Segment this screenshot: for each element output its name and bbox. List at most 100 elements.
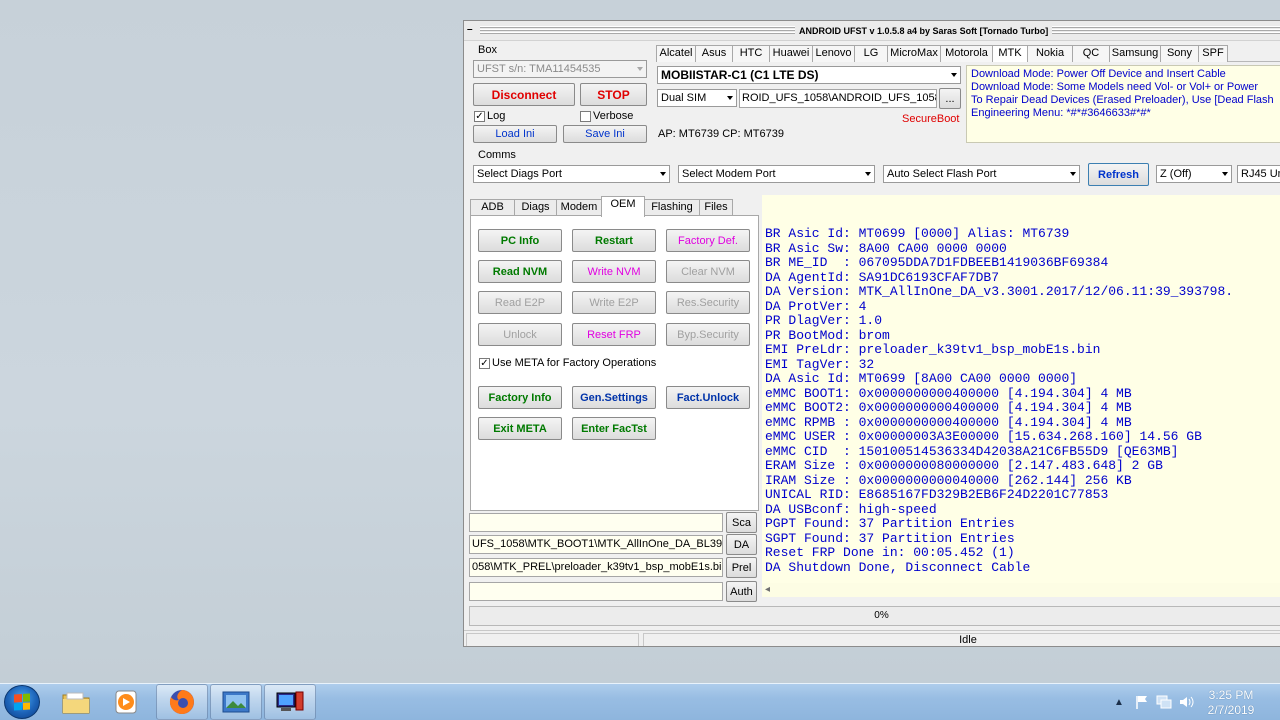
oem-panel: PC Info Restart Factory Def. Read NVM Wr… xyxy=(470,215,759,511)
brand-tab-micromax[interactable]: MicroMax xyxy=(887,45,941,62)
brand-tab-motorola[interactable]: Motorola xyxy=(940,45,993,62)
byp-security-button[interactable]: Byp.Security xyxy=(666,323,750,346)
system-menu-icon[interactable]: – xyxy=(467,25,476,35)
verbose-checkbox[interactable]: Verbose xyxy=(580,110,633,122)
brand-tab-lg[interactable]: LG xyxy=(854,45,888,62)
rj45-value: RJ45 Un xyxy=(1241,168,1280,180)
use-meta-label: Use META for Factory Operations xyxy=(492,357,657,369)
verbose-label: Verbose xyxy=(593,110,634,122)
factory-default-button[interactable]: Factory Def. xyxy=(666,229,750,252)
system-clock[interactable]: 3:25 PM 2/7/2019 xyxy=(1188,688,1274,718)
brand-tab-htc[interactable]: HTC xyxy=(732,45,770,62)
log-line: BR ME_ID : 067095DDA7D1FDBEEB1419036BF69… xyxy=(765,255,1109,270)
disconnect-button[interactable]: Disconnect xyxy=(473,83,575,106)
read-nvm-button[interactable]: Read NVM xyxy=(478,260,562,283)
model-select[interactable]: MOBIISTAR-C1 (C1 LTE DS) xyxy=(657,66,961,84)
rj45-select[interactable]: RJ45 Un xyxy=(1237,165,1280,183)
stop-button[interactable]: STOP xyxy=(580,83,647,106)
log-check-icon[interactable]: ✓ xyxy=(474,110,485,122)
unlock-button[interactable]: Unlock xyxy=(478,323,562,346)
box-serial-select[interactable]: UFST s/n: TMA11454535 xyxy=(473,60,647,78)
fact-unlock-button[interactable]: Fact.Unlock xyxy=(666,386,750,409)
write-nvm-button[interactable]: Write NVM xyxy=(572,260,656,283)
diag-port-value: Select Diags Port xyxy=(477,168,562,180)
chevron-down-icon xyxy=(1222,172,1228,176)
chevron-down-icon xyxy=(637,67,643,71)
brand-tab-huawei[interactable]: Huawei xyxy=(769,45,813,62)
clock-time: 3:25 PM xyxy=(1208,688,1254,702)
tab-diags[interactable]: Diags xyxy=(514,199,557,216)
modem-port-select[interactable]: Select Modem Port xyxy=(678,165,875,183)
brand-tab-nokia[interactable]: Nokia xyxy=(1027,45,1073,62)
log-line: UNICAL RID: E8685167FD329B2EB6F24D2201C7… xyxy=(765,487,1109,502)
auth-button[interactable]: Auth xyxy=(726,581,757,602)
flash-port-select[interactable]: Auto Select Flash Port xyxy=(883,165,1080,183)
start-orb-icon[interactable] xyxy=(4,685,40,719)
read-e2p-button[interactable]: Read E2P xyxy=(478,291,562,314)
da-path-field[interactable]: UFS_1058\MTK_BOOT1\MTK_AllInOne_DA_BL39.… xyxy=(469,535,723,554)
use-meta-checkbox[interactable]: ✓ Use META for Factory Operations xyxy=(479,357,656,369)
preloader-button[interactable]: Prel xyxy=(726,557,757,578)
brand-tab-mtk[interactable]: MTK xyxy=(992,45,1028,62)
brand-tab-sony[interactable]: Sony xyxy=(1160,45,1199,62)
res-security-button[interactable]: Res.Security xyxy=(666,291,750,314)
write-e2p-button[interactable]: Write E2P xyxy=(572,291,656,314)
log-line: PR BootMod: brom xyxy=(765,327,890,343)
tab-oem[interactable]: OEM xyxy=(601,196,645,217)
browse-button[interactable]: ... xyxy=(939,88,961,109)
log-line: BR Asic Sw: 8A00 CA00 0000 0000 xyxy=(765,240,1007,256)
log-checkbox[interactable]: ✓ Log xyxy=(474,110,505,122)
log-output[interactable]: BR Asic Id: MT0699 [0000] Alias: MT6739 B… xyxy=(762,195,1280,597)
ufst-app-icon[interactable] xyxy=(264,684,316,720)
verbose-check-icon[interactable] xyxy=(580,110,591,122)
brand-tab-alcatel[interactable]: Alcatel xyxy=(656,45,696,62)
folder-icon[interactable] xyxy=(50,684,102,720)
tab-adb[interactable]: ADB xyxy=(470,199,515,216)
log-line: eMMC BOOT2: 0x0000000000400000 [4.194.30… xyxy=(765,400,1132,415)
enter-factst-button[interactable]: Enter FacTst xyxy=(572,417,656,440)
z-mode-select[interactable]: Z (Off) xyxy=(1156,165,1232,183)
info-line: Download Mode: Power Off Device and Inse… xyxy=(971,68,1226,80)
diag-port-select[interactable]: Select Diags Port xyxy=(473,165,670,183)
clear-nvm-button[interactable]: Clear NVM xyxy=(666,260,750,283)
scatter-button[interactable]: Sca xyxy=(726,512,757,533)
exit-meta-button[interactable]: Exit META xyxy=(478,417,562,440)
tray-expand-glyph: ▲ xyxy=(1114,696,1124,708)
firmware-path-field[interactable]: ROID_UFS_1058\ANDROID_UFS_1058 xyxy=(739,89,937,108)
image-viewer-icon[interactable] xyxy=(210,684,262,720)
media-player-icon[interactable] xyxy=(100,684,152,720)
brand-tab-lenovo[interactable]: Lenovo xyxy=(812,45,855,62)
preloader-path-field[interactable]: 058\MTK_PREL\preloader_k39tv1_bsp_mobE1s… xyxy=(469,558,723,577)
refresh-button[interactable]: Refresh xyxy=(1088,163,1149,186)
brand-tab-samsung[interactable]: Samsung xyxy=(1109,45,1161,62)
clock-date: 2/7/2019 xyxy=(1207,703,1255,717)
firefox-icon[interactable] xyxy=(156,684,208,720)
network-icon[interactable] xyxy=(1154,684,1174,720)
save-ini-button[interactable]: Save Ini xyxy=(563,125,647,143)
flag-icon[interactable] xyxy=(1132,684,1152,720)
use-meta-check-icon[interactable]: ✓ xyxy=(479,357,490,369)
auth-path-field[interactable] xyxy=(469,582,723,601)
tab-files[interactable]: Files xyxy=(699,199,733,216)
scroll-left-icon[interactable]: ◂ xyxy=(765,583,770,597)
brand-tab-asus[interactable]: Asus xyxy=(695,45,733,62)
horizontal-scrollbar[interactable]: ◂ xyxy=(762,583,1280,597)
chevron-down-icon xyxy=(865,172,871,176)
chevron-down-icon xyxy=(660,172,666,176)
brand-tab-spf[interactable]: SPF xyxy=(1198,45,1228,62)
pc-info-button[interactable]: PC Info xyxy=(478,229,562,252)
title-bar[interactable]: – ANDROID UFST v 1.0.5.8 a4 by Saras Sof… xyxy=(464,21,1280,41)
info-line: Engineering Menu: *#*#3646633#*#* xyxy=(971,107,1151,119)
gen-settings-button[interactable]: Gen.Settings xyxy=(572,386,656,409)
reset-frp-button[interactable]: Reset FRP xyxy=(572,323,656,346)
factory-info-button[interactable]: Factory Info xyxy=(478,386,562,409)
da-button[interactable]: DA xyxy=(726,534,757,555)
tray-expand-icon[interactable]: ▲ xyxy=(1110,684,1128,720)
scatter-path-field[interactable] xyxy=(469,513,723,532)
brand-tab-qc[interactable]: QC xyxy=(1072,45,1110,62)
sim-select[interactable]: Dual SIM xyxy=(657,89,737,107)
tab-modem[interactable]: Modem xyxy=(556,199,602,216)
load-ini-button[interactable]: Load Ini xyxy=(473,125,557,143)
tab-flashing[interactable]: Flashing xyxy=(644,199,700,216)
restart-button[interactable]: Restart xyxy=(572,229,656,252)
